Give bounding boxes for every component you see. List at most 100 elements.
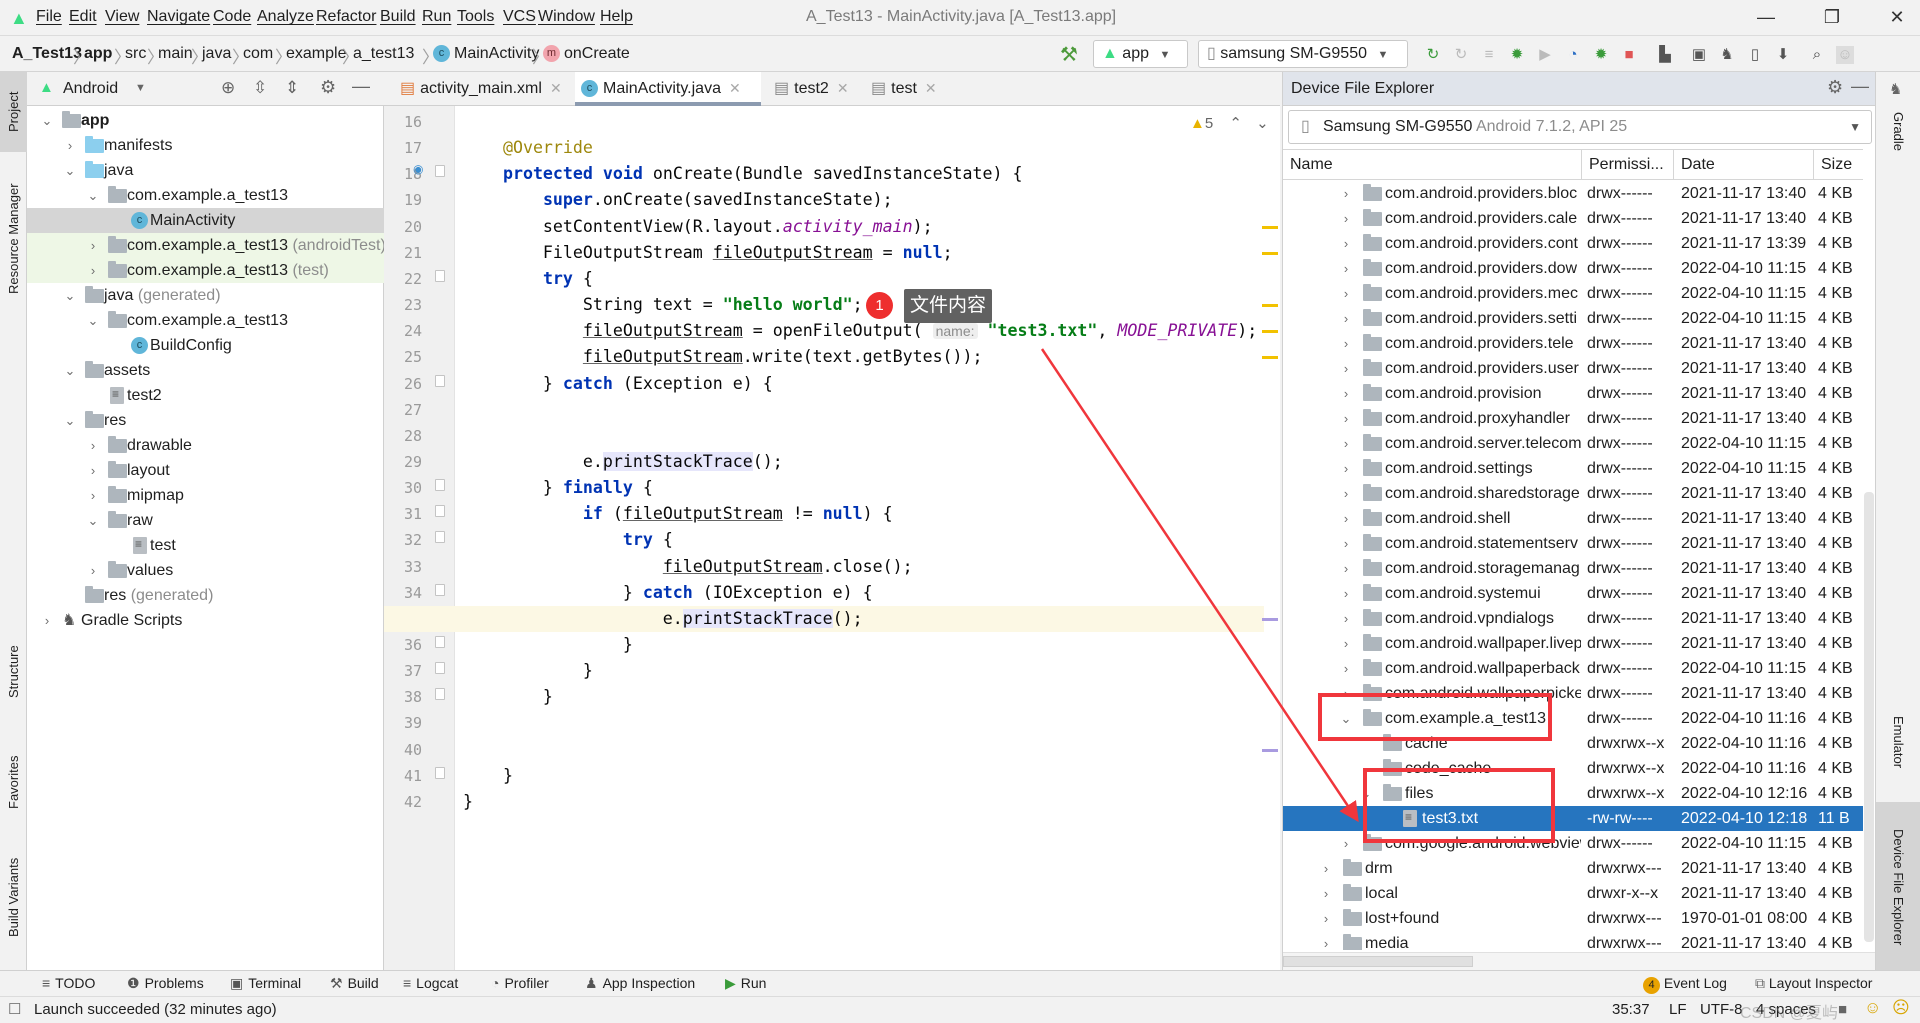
breadcrumb-java[interactable]: java <box>202 45 231 63</box>
file-row[interactable]: › com.android.sharedstorage drwx------ 2021… <box>1283 481 1863 506</box>
project-view-dropdown[interactable]: Android <box>63 80 118 98</box>
tree-item[interactable]: › ♞ Gradle Scripts <box>27 608 384 633</box>
code-line[interactable]: fileOutputStream.write(text.getBytes()); <box>463 344 983 370</box>
hide-panel-icon[interactable]: — <box>352 76 370 97</box>
resource-manager-tool-tab[interactable]: Resource Manager <box>0 164 27 314</box>
usage-stripe-mark[interactable] <box>1262 617 1278 621</box>
tool-window-run[interactable]: ▶ Run <box>725 975 766 992</box>
code-line[interactable]: if (fileOutputStream != null) { <box>463 501 893 527</box>
code-line[interactable]: } <box>463 763 513 789</box>
warning-stripe-mark[interactable] <box>1262 251 1278 255</box>
editor-tab-activity-main-xml[interactable]: ▤ activity_main.xml ✕ <box>394 72 572 106</box>
code-line[interactable]: } <box>463 632 633 658</box>
breadcrumb-example[interactable]: example <box>286 45 346 63</box>
column-date[interactable]: Date <box>1673 150 1813 180</box>
status-toggle-icon[interactable]: ☐ <box>8 1000 21 1018</box>
chevron-down-icon[interactable]: ⌄ <box>86 183 100 208</box>
file-row[interactable]: › com.android.settings drwx------ 2022-04-1… <box>1283 456 1863 481</box>
build-variants-tool-tab[interactable]: Build Variants <box>0 842 27 952</box>
code-line[interactable]: e.printStackTrace(); <box>463 449 783 475</box>
tree-item[interactable]: test2 <box>27 383 384 408</box>
chevron-right-icon[interactable]: › <box>1339 406 1353 431</box>
tool-window-logcat[interactable]: ≡ Logcat <box>403 975 458 991</box>
chevron-right-icon[interactable]: › <box>63 133 77 158</box>
code-line[interactable]: @Override <box>463 135 593 161</box>
chevron-down-icon[interactable]: ⌄ <box>40 108 54 133</box>
fold-marker-icon[interactable] <box>435 688 445 701</box>
file-row[interactable]: › com.android.providers.mec drwx------ 2022… <box>1283 281 1863 306</box>
file-row[interactable]: › com.android.providers.user drwx------ 202… <box>1283 356 1863 381</box>
menu-view[interactable]: View <box>105 8 139 26</box>
layout-inspector-button[interactable]: ⧉ Layout Inspector <box>1755 975 1872 992</box>
file-row[interactable]: › com.android.providers.bloc drwx------ 202… <box>1283 181 1863 206</box>
code-line[interactable]: String text = "hello world"; <box>463 292 863 318</box>
file-row[interactable]: › local drwxr-x--x 2021-11-17 13:40 4 KB <box>1283 881 1863 906</box>
chevron-right-icon[interactable]: › <box>1339 231 1353 256</box>
tree-item[interactable]: ⌄ com.example.a_test13 <box>27 308 384 333</box>
chevron-right-icon[interactable]: › <box>1339 656 1353 681</box>
warning-stripe-mark[interactable] <box>1262 330 1278 334</box>
menu-tools[interactable]: Tools <box>457 8 494 26</box>
chevron-right-icon[interactable]: › <box>1339 631 1353 656</box>
tree-item[interactable]: ⌄ raw <box>27 508 384 533</box>
gear-icon[interactable]: ⚙ <box>1827 77 1843 98</box>
gradle-tool-tab[interactable]: Gradle <box>1876 102 1920 162</box>
file-row[interactable]: › lost+found drwxrwx--- 1970-01-01 08:00 4 K… <box>1283 906 1863 931</box>
device-dropdown[interactable]: ▯ samsung SM-G9550 ▼ <box>1198 40 1408 68</box>
column-size[interactable]: Size <box>1813 150 1863 180</box>
chevron-down-icon[interactable]: ⌄ <box>63 358 77 383</box>
file-row[interactable]: › com.android.statementserv drwx------ 2021… <box>1283 531 1863 556</box>
fold-marker-icon[interactable] <box>435 269 445 282</box>
next-highlight-icon[interactable]: ⌄ <box>1256 115 1269 132</box>
tree-item[interactable]: › layout <box>27 458 384 483</box>
chevron-right-icon[interactable]: › <box>1339 556 1353 581</box>
code-line[interactable]: setContentView(R.layout.activity_main); <box>463 214 933 240</box>
file-row[interactable]: › com.android.shell drwx------ 2021-11-17 1… <box>1283 506 1863 531</box>
gear-icon[interactable]: ⚙ <box>320 77 336 98</box>
menu-edit[interactable]: Edit <box>69 8 97 26</box>
chevron-right-icon[interactable]: › <box>86 433 100 458</box>
chevron-down-icon[interactable]: ⌄ <box>63 408 77 433</box>
chevron-right-icon[interactable]: › <box>1339 831 1353 856</box>
expand-all-icon[interactable]: ⇳ <box>253 78 267 98</box>
code-line[interactable]: } <box>463 684 553 710</box>
chevron-right-icon[interactable]: › <box>1339 306 1353 331</box>
breadcrumb-mainactivity[interactable]: c MainActivity <box>433 45 539 63</box>
structure-tool-tab[interactable]: Structure <box>0 627 27 717</box>
chevron-right-icon[interactable]: › <box>1339 206 1353 231</box>
chevron-right-icon[interactable]: › <box>1339 606 1353 631</box>
avd-manager-icon[interactable]: ▯ <box>1746 46 1764 64</box>
menu-code[interactable]: Code <box>213 8 251 26</box>
breadcrumb-a-test13[interactable]: A_Test13 <box>12 45 82 63</box>
code-line[interactable]: fileOutputStream = openFileOutput( name:… <box>463 318 1257 344</box>
code-line[interactable]: } <box>463 658 593 684</box>
file-row[interactable]: › com.android.proxyhandler drwx------ 2021-… <box>1283 406 1863 431</box>
coverage-icon[interactable]: ▶ <box>1536 46 1554 64</box>
chevron-right-icon[interactable]: › <box>40 608 54 633</box>
fold-marker-icon[interactable] <box>435 505 445 518</box>
chevron-right-icon[interactable]: › <box>1339 481 1353 506</box>
chevron-right-icon[interactable]: › <box>1339 331 1353 356</box>
file-row[interactable]: › com.android.server.telecom drwx------ 202… <box>1283 431 1863 456</box>
fold-marker-icon[interactable] <box>435 583 445 596</box>
code-line[interactable]: } catch (IOException e) { <box>463 580 873 606</box>
tree-item[interactable]: ⌄ java <box>27 158 384 183</box>
stop-icon[interactable]: ■ <box>1620 46 1638 64</box>
warning-stripe-mark[interactable] <box>1262 304 1278 308</box>
menu-build[interactable]: Build <box>380 8 416 26</box>
chevron-right-icon[interactable]: › <box>1339 456 1353 481</box>
tree-item[interactable]: ⌄ com.example.a_test13 <box>27 183 384 208</box>
fold-marker-icon[interactable] <box>435 766 445 779</box>
tree-item[interactable]: ⌄ assets <box>27 358 384 383</box>
apply-changes-icon[interactable]: ≡ <box>1480 46 1498 64</box>
breadcrumb-src[interactable]: src <box>125 45 146 63</box>
editor-tab-test[interactable]: ▤ test ✕ <box>865 72 937 106</box>
chevron-right-icon[interactable]: › <box>86 233 100 258</box>
menu-refactor[interactable]: Refactor <box>316 8 376 26</box>
profile-icon[interactable]: ◔ <box>1564 46 1582 64</box>
menu-help[interactable]: Help <box>600 8 633 26</box>
close-tab-icon[interactable]: ✕ <box>550 80 562 96</box>
menu-file[interactable]: File <box>36 8 62 26</box>
tool-window-terminal[interactable]: ▣ Terminal <box>230 975 301 992</box>
hide-panel-icon[interactable]: — <box>1851 76 1869 97</box>
